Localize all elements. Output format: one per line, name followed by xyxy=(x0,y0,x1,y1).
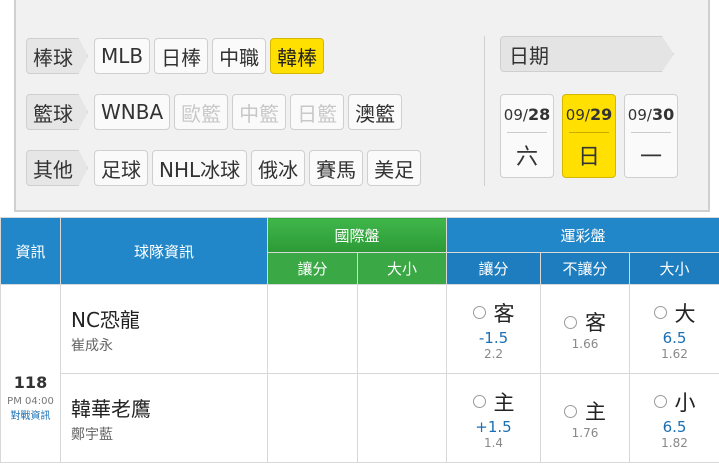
radio-icon[interactable] xyxy=(653,395,667,408)
header-lottery-moneyline: 不讓分 xyxy=(540,252,631,285)
league-chip-russian-hockey[interactable]: 俄冰 xyxy=(251,150,306,186)
total-option-under[interactable]: 小 6.5 1.82 xyxy=(629,373,719,463)
sport-row-other: 其他 足球 NHL冰球 俄冰 賽馬 美足 xyxy=(26,148,425,188)
option-label: 主 xyxy=(585,400,607,424)
weekday-label: 六 xyxy=(515,145,538,170)
league-chip-wnba[interactable]: WNBA xyxy=(94,94,171,130)
option-label-row: 客 xyxy=(541,307,629,337)
option-odds: 2.2 xyxy=(483,346,504,361)
option-odds: 1.76 xyxy=(571,426,599,440)
option-label: 客 xyxy=(585,311,607,335)
date-button-0928[interactable]: 09/28 六 xyxy=(500,94,554,178)
team-cell-away: NC恐龍 崔成永 xyxy=(60,284,268,374)
option-label-row: 主 xyxy=(541,396,629,426)
option-line: 6.5 xyxy=(662,328,687,347)
moneyline-option-away[interactable]: 客 1.66 xyxy=(540,284,631,374)
option-line: -1.5 xyxy=(478,328,509,347)
sport-row-baseball: 棒球 MLB 日棒 中職 韓棒 xyxy=(26,36,328,76)
league-chip-horse-racing[interactable]: 賽馬 xyxy=(309,150,364,186)
league-chip-cpbl[interactable]: 中職 xyxy=(212,38,267,74)
header-intl-spread: 讓分 xyxy=(267,252,358,285)
option-line: +1.5 xyxy=(475,417,512,436)
sport-row-basketball: 籃球 WNBA 歐籃 中籃 日籃 澳籃 xyxy=(26,92,406,132)
option-label: 主 xyxy=(493,390,515,415)
total-option-over[interactable]: 大 6.5 1.62 xyxy=(629,284,719,374)
option-label-row: 主 xyxy=(447,387,540,417)
radio-icon[interactable] xyxy=(564,404,578,418)
radio-icon[interactable] xyxy=(472,395,486,408)
option-label-row: 大 xyxy=(630,298,719,328)
date-label: 09/28 xyxy=(503,105,551,124)
moneyline-option-home[interactable]: 主 1.76 xyxy=(540,373,631,463)
category-label-basketball: 籃球 xyxy=(26,94,88,130)
radio-icon[interactable] xyxy=(472,306,486,319)
matchup-info-link[interactable]: 對戰資訊 xyxy=(1,407,60,422)
intl-total-cell xyxy=(356,373,448,463)
intl-spread-cell xyxy=(267,284,358,374)
league-chip-nfl[interactable]: 美足 xyxy=(367,150,422,186)
game-time: PM 04:00 xyxy=(7,396,54,407)
header-lottery-odds: 運彩盤 xyxy=(446,217,719,253)
header-international-odds: 國際盤 xyxy=(266,217,448,253)
intl-spread-cell xyxy=(267,373,358,463)
table-row: 118 PM 04:00 對戰資訊 NC恐龍 崔成永 客 -1.5 2.2 客 … xyxy=(0,284,719,463)
option-odds: 1.62 xyxy=(661,346,688,361)
option-label-row: 客 xyxy=(447,298,540,328)
league-chip-mlb[interactable]: MLB xyxy=(94,38,151,74)
pitcher-name: 崔成永 xyxy=(71,337,113,354)
game-number: 118 xyxy=(13,373,48,392)
weekday-label: 日 xyxy=(577,145,600,170)
app-root: 棒球 MLB 日棒 中職 韓棒 籃球 WNBA 歐籃 中籃 日籃 澳籃 其他 足… xyxy=(0,0,719,470)
pitcher-name: 鄭宇藍 xyxy=(71,426,113,443)
date-label: 09/30 xyxy=(627,105,675,124)
team-name: NC恐龍 xyxy=(71,307,140,332)
weekday-label: 一 xyxy=(639,145,662,170)
header-lottery-total: 大小 xyxy=(629,252,719,285)
option-label: 大 xyxy=(674,301,696,326)
league-chip-npb[interactable]: 日棒 xyxy=(154,38,209,74)
league-chip-china-basketball: 中籃 xyxy=(232,94,287,130)
radio-icon[interactable] xyxy=(564,315,578,329)
league-chip-kbo[interactable]: 韓棒 xyxy=(270,38,325,74)
option-line: 6.5 xyxy=(662,417,687,436)
option-odds: 1.4 xyxy=(483,435,504,450)
filter-panel: 棒球 MLB 日棒 中職 韓棒 籃球 WNBA 歐籃 中籃 日籃 澳籃 其他 足… xyxy=(14,0,710,212)
date-label: 09/29 xyxy=(565,105,613,124)
header-lottery-spread: 讓分 xyxy=(446,252,542,285)
intl-total-cell xyxy=(356,284,448,374)
date-separator xyxy=(631,132,671,133)
category-label-baseball: 棒球 xyxy=(26,38,88,74)
category-label-other: 其他 xyxy=(26,150,88,186)
league-chip-australia-basketball[interactable]: 澳籃 xyxy=(348,94,403,130)
date-button-0930[interactable]: 09/30 一 xyxy=(624,94,678,178)
date-separator xyxy=(507,132,547,133)
league-chip-soccer[interactable]: 足球 xyxy=(94,150,148,186)
table-row: 韓華老鷹 鄭宇藍 主 +1.5 1.4 主 1.76 小 6.5 1.82 xyxy=(1,373,719,463)
header-info: 資訊 xyxy=(0,217,61,285)
radio-icon[interactable] xyxy=(653,306,667,319)
header-team-info: 球隊資訊 xyxy=(60,217,268,285)
date-button-0929[interactable]: 09/29 日 xyxy=(562,94,616,178)
league-chip-japan-basketball: 日籃 xyxy=(290,94,345,130)
league-chip-euro-basketball: 歐籃 xyxy=(174,94,229,130)
option-odds: 1.66 xyxy=(571,337,599,351)
odds-table: 資訊 球隊資訊 國際盤 運彩盤 讓分 大小 讓分 不讓分 大小 118 PM 0… xyxy=(0,217,719,463)
date-title: 日期 xyxy=(500,36,674,72)
team-cell-home: 韓華老鷹 鄭宇藍 xyxy=(60,373,268,463)
option-label: 小 xyxy=(674,390,696,415)
option-label: 客 xyxy=(493,301,515,326)
team-name: 韓華老鷹 xyxy=(71,396,151,421)
option-odds: 1.82 xyxy=(661,435,688,450)
spread-option-home[interactable]: 主 +1.5 1.4 xyxy=(446,373,542,463)
league-chip-nhl[interactable]: NHL冰球 xyxy=(152,150,248,186)
panel-divider xyxy=(484,36,485,186)
option-label-row: 小 xyxy=(630,387,719,417)
game-info-cell: 118 PM 04:00 對戰資訊 xyxy=(0,284,61,463)
spread-option-away[interactable]: 客 -1.5 2.2 xyxy=(446,284,542,374)
date-separator xyxy=(569,132,609,133)
header-intl-total: 大小 xyxy=(356,252,448,285)
